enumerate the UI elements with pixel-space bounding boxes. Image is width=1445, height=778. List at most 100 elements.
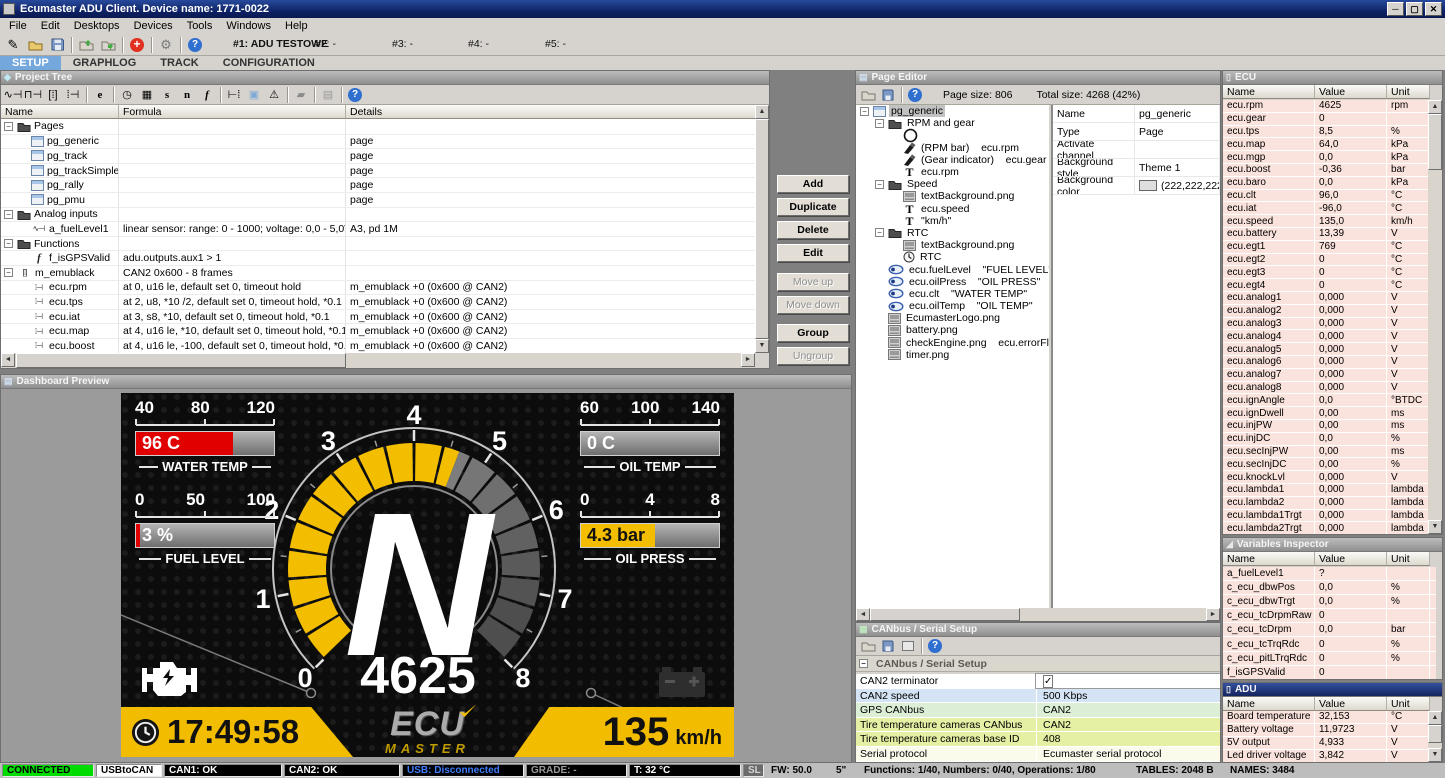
page-tree-item[interactable]: (RPM bar) ecu.rpm xyxy=(856,142,1049,154)
window-titlebar[interactable]: Ecumaster ADU Client. Device name: 1771-… xyxy=(0,0,1445,18)
tree-row[interactable]: pg_pmupage xyxy=(1,192,755,207)
value-row[interactable]: c_ecu_dbwPos0,0% xyxy=(1223,581,1436,595)
value-row[interactable]: ecu.lambda20,000lambda xyxy=(1223,497,1428,510)
duplicate-button[interactable]: Duplicate xyxy=(777,198,849,216)
tree-row[interactable]: ⁞⊣ecu.tpsat 2, u8, *10 /2, default set 0… xyxy=(1,294,755,309)
minimize-button[interactable]: ─ xyxy=(1387,2,1404,16)
value-row[interactable]: ecu.analog70,000V xyxy=(1223,369,1428,382)
page-tree-item[interactable]: ecu.oilPress "OIL PRESS" battery xyxy=(856,276,1049,288)
setting-value[interactable]: CAN2 xyxy=(1036,703,1220,717)
collapse-icon[interactable]: − xyxy=(859,659,868,668)
can-frame-icon[interactable]: [⁞] xyxy=(43,86,63,103)
value-row[interactable]: ecu.analog80,000V xyxy=(1223,382,1428,395)
canbus-row[interactable]: Serial protocolEcumaster serial protocol xyxy=(856,747,1220,762)
save-page-icon[interactable] xyxy=(878,86,898,103)
property-row[interactable]: Background styleTheme 1 xyxy=(1053,159,1220,177)
property-row[interactable]: Background color(222,222,222) xyxy=(1053,177,1220,195)
value-row[interactable]: ecu.map64,0kPa xyxy=(1223,138,1428,151)
device-slot-3[interactable]: #3: - xyxy=(392,38,413,50)
canbus-row[interactable]: Tire temperature cameras CANbusCAN2 xyxy=(856,718,1220,733)
connect-icon[interactable]: ✎ xyxy=(2,35,24,54)
tree-row[interactable]: pg_trackpage xyxy=(1,148,755,163)
open-icon[interactable] xyxy=(858,638,878,655)
canbus-row[interactable]: GPS CANbusCAN2 xyxy=(856,703,1220,718)
column-header-unit[interactable]: Unit xyxy=(1387,697,1430,711)
page-editor-hscrollbar[interactable]: ◄ ► xyxy=(856,608,1220,621)
tree-row[interactable]: ff_isGPSValidadu.outputs.aux1 > 1 xyxy=(1,250,755,265)
device-slot-4[interactable]: #4: - xyxy=(468,38,489,50)
alarm-icon[interactable]: ⚠ xyxy=(264,86,284,103)
tree-row[interactable]: ⁞⊣ecu.rpmat 0, u16 le, default set 0, ti… xyxy=(1,280,755,295)
page-tree-item[interactable]: ecu.clt "WATER TEMP" xyxy=(856,288,1049,300)
menu-file[interactable]: File xyxy=(2,19,34,33)
value-row[interactable]: c_ecu_tcTrqRdc0% xyxy=(1223,637,1436,651)
log-icon[interactable]: ▤ xyxy=(318,86,338,103)
table-icon[interactable]: ▦ xyxy=(137,86,157,103)
value-row[interactable]: ecu.analog30,000V xyxy=(1223,318,1428,331)
menu-devices[interactable]: Devices xyxy=(127,19,180,33)
setting-value[interactable]: 408 xyxy=(1036,732,1220,746)
dashboard-preview-titlebar[interactable]: ▤ Dashboard Preview xyxy=(1,375,851,389)
value-row[interactable]: 5V output4,933V xyxy=(1223,737,1428,750)
import-project-icon[interactable] xyxy=(75,35,97,54)
column-header-details[interactable]: Details xyxy=(346,105,755,119)
setting-value[interactable]: CAN2 xyxy=(1036,718,1220,732)
detach-icon[interactable] xyxy=(898,638,918,655)
device-slot-1[interactable]: #1: ADU TESTOWE xyxy=(233,38,328,50)
tree-row[interactable]: pg_rallypage xyxy=(1,177,755,192)
value-row[interactable]: ecu.rpm4625rpm xyxy=(1223,100,1428,113)
device-slot-5[interactable]: #5: - xyxy=(545,38,566,50)
page-tree-item[interactable]: Tecu.rpm xyxy=(856,166,1049,178)
timer-icon[interactable]: ◷ xyxy=(117,86,137,103)
value-row[interactable]: ecu.injPW0,00ms xyxy=(1223,420,1428,433)
tree-row[interactable]: −Pages xyxy=(1,119,755,134)
ecu-vscrollbar[interactable]: ▲ ▼ xyxy=(1428,100,1442,534)
value-row[interactable]: c_ecu_pitLTrqRdc0% xyxy=(1223,652,1436,666)
value-row[interactable]: ecu.knockLvl0,000V xyxy=(1223,471,1428,484)
value-row[interactable]: ecu.analog20,000V xyxy=(1223,305,1428,318)
setting-value[interactable]: ✓ xyxy=(1036,674,1220,688)
canbus-section-header[interactable]: − CANbus / Serial Setup xyxy=(856,656,1220,672)
column-header-value[interactable]: Value xyxy=(1315,697,1387,711)
open-file-icon[interactable] xyxy=(24,35,46,54)
tree-row[interactable]: ⁞⊣ecu.boostat 4, u16 le, -100, default s… xyxy=(1,338,755,353)
tree-row[interactable]: ⁞⊣ecu.iatat 3, s8, *10, default set 0, t… xyxy=(1,309,755,324)
tree-row[interactable]: ∿⊣a_fuelLevel1linear sensor: range: 0 - … xyxy=(1,221,755,236)
page-tree-item[interactable]: textBackground.png xyxy=(856,190,1049,202)
value-row[interactable]: ecu.secInjDC0,00% xyxy=(1223,458,1428,471)
ecu-titlebar[interactable]: ▯ ECU xyxy=(1223,71,1442,85)
help-icon[interactable]: ? xyxy=(925,638,945,655)
column-header-name[interactable]: Name xyxy=(1,105,119,119)
move-up-button[interactable]: Move up xyxy=(777,273,849,291)
value-row[interactable]: ecu.baro0,0kPa xyxy=(1223,177,1428,190)
property-value[interactable]: pg_generic xyxy=(1135,105,1220,122)
can2-terminator-checkbox[interactable]: ✓ xyxy=(1043,675,1053,688)
tree-row[interactable]: pg_trackSimplepage xyxy=(1,163,755,178)
menu-windows[interactable]: Windows xyxy=(219,19,278,33)
canbus-row[interactable]: CAN2 speed500 Kbps xyxy=(856,689,1220,704)
page-tree-item[interactable]: ecu.oilTemp "OIL TEMP" xyxy=(856,300,1049,312)
value-row[interactable]: ecu.analog60,000V xyxy=(1223,356,1428,369)
value-row[interactable]: c_ecu_tcDrpm0,0bar xyxy=(1223,623,1436,637)
switch-icon[interactable]: s xyxy=(157,86,177,103)
canbus-row[interactable]: CAN2 terminator✓ xyxy=(856,674,1220,689)
adu-titlebar[interactable]: ▯ ADU xyxy=(1223,683,1442,697)
value-row[interactable]: ecu.clt96,0°C xyxy=(1223,190,1428,203)
value-row[interactable]: ecu.tps8,5% xyxy=(1223,126,1428,139)
tab-setup[interactable]: SETUP xyxy=(0,56,61,70)
edit-button[interactable]: Edit xyxy=(777,244,849,262)
value-row[interactable]: ecu.ignAngle0,0°BTDC xyxy=(1223,394,1428,407)
help-icon[interactable]: ? xyxy=(184,35,206,54)
value-row[interactable]: ecu.lambda2Trgt0,000lambda xyxy=(1223,522,1428,534)
column-header-value[interactable]: Value xyxy=(1315,552,1387,566)
page-tree-item[interactable]: battery.png xyxy=(856,324,1049,336)
variables-inspector-titlebar[interactable]: ◢ Variables Inspector xyxy=(1223,538,1442,552)
menu-desktops[interactable]: Desktops xyxy=(67,19,127,33)
menu-edit[interactable]: Edit xyxy=(34,19,67,33)
value-row[interactable]: ecu.mgp0,0kPa xyxy=(1223,151,1428,164)
page-tree-item[interactable]: −RPM and gear xyxy=(856,117,1049,129)
property-value[interactable]: Page xyxy=(1135,123,1220,140)
tree-row[interactable]: −Functions xyxy=(1,236,755,251)
add-button[interactable]: Add xyxy=(777,175,849,193)
value-row[interactable]: ecu.egt20°C xyxy=(1223,254,1428,267)
